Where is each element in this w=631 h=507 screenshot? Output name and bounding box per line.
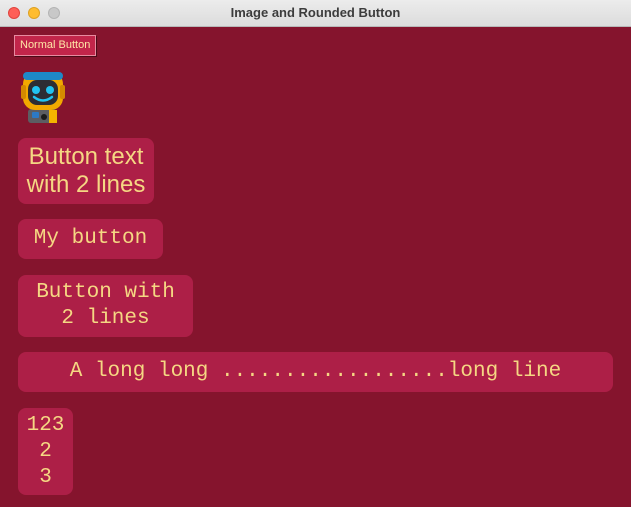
window-content: Normal Button Button text with 2 lines M… xyxy=(0,27,631,507)
long-line-button[interactable]: A long long ..................long line xyxy=(18,352,613,392)
normal-button[interactable]: Normal Button xyxy=(14,35,97,56)
robot-icon xyxy=(21,72,65,123)
my-button[interactable]: My button xyxy=(18,219,163,259)
numbers-button[interactable]: 123 2 3 xyxy=(18,408,73,495)
window-title: Image and Rounded Button xyxy=(230,5,401,20)
rounded-button-mono-two-lines[interactable]: Button with 2 lines xyxy=(18,275,193,337)
rounded-button-two-lines[interactable]: Button text with 2 lines xyxy=(18,138,154,204)
image-button[interactable] xyxy=(18,67,70,123)
title-bar: Image and Rounded Button xyxy=(0,0,631,27)
